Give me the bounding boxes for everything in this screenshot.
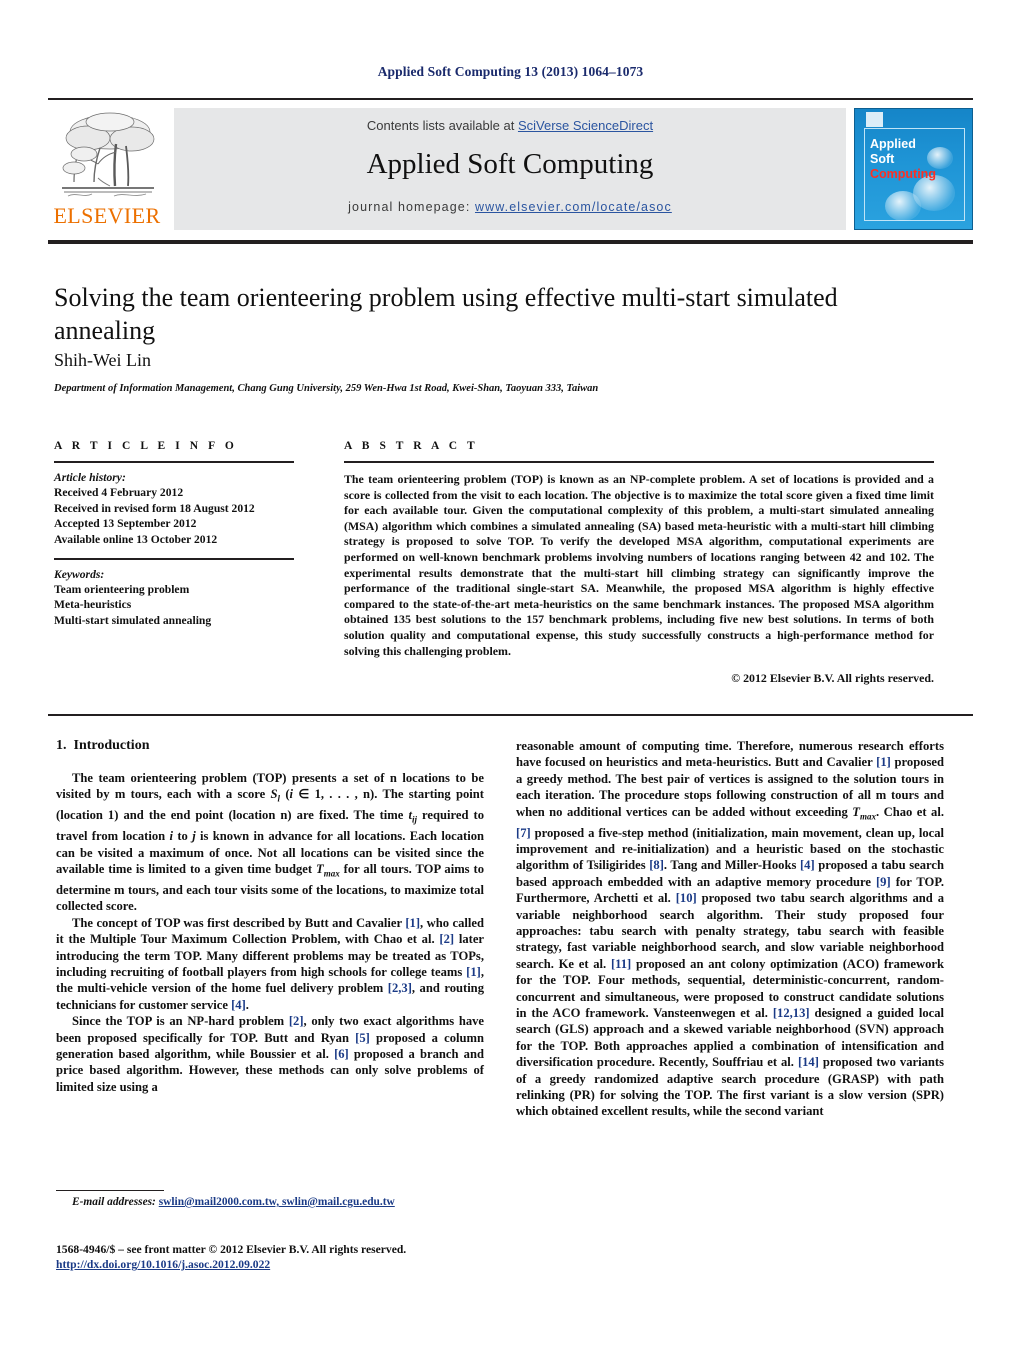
journal-header: ELSEVIER Contents lists available at Sci… xyxy=(48,106,973,232)
cover-line-3: Computing xyxy=(870,167,936,181)
citation-ref: [7] xyxy=(516,825,531,840)
imprint-block: 1568-4946/$ – see front matter © 2012 El… xyxy=(56,1242,526,1273)
article-history-label: Article history: xyxy=(54,471,126,484)
citation-ref: [1] xyxy=(876,755,891,770)
abstract-divider xyxy=(344,461,934,463)
body-rule xyxy=(48,714,973,716)
abstract-column: A B S T R A C T The team orienteering pr… xyxy=(344,440,934,686)
citation-ref: [2] xyxy=(439,932,455,947)
cover-line-1: Applied xyxy=(870,137,916,151)
citation-ref: [2] xyxy=(288,1014,304,1029)
section-title: Introduction xyxy=(73,738,150,753)
paragraph: The concept of TOP was first described b… xyxy=(56,915,484,1012)
footnote-email: E-mail addresses: swlin@mail2000.com.tw,… xyxy=(56,1196,496,1208)
journal-homepage-line: journal homepage: www.elsevier.com/locat… xyxy=(174,200,846,214)
citation-ref: [11] xyxy=(610,956,632,971)
cover-blob-2 xyxy=(885,191,921,221)
journal-banner: Contents lists available at SciVerse Sci… xyxy=(174,108,846,230)
elsevier-wordmark: ELSEVIER xyxy=(53,203,161,228)
header-rule-top xyxy=(48,98,973,100)
keyword-item: Team orienteering problem xyxy=(54,583,190,597)
citation-ref: [9] xyxy=(875,874,891,889)
abstract-copyright: © 2012 Elsevier B.V. All rights reserved… xyxy=(731,671,934,686)
cover-blob-3 xyxy=(927,147,953,169)
running-head: Applied Soft Computing 13 (2013) 1064–10… xyxy=(377,64,644,79)
keywords-block: Keywords: Team orienteering problem Meta… xyxy=(54,567,294,629)
elsevier-logo: ELSEVIER xyxy=(48,106,166,232)
history-item: Accepted 13 September 2012 xyxy=(54,517,197,531)
citation-ref: [5] xyxy=(355,1030,370,1045)
paragraph: Since the TOP is an NP-hard problem [2],… xyxy=(56,1014,485,1094)
article-history-block: Article history: Received 4 February 201… xyxy=(54,470,294,547)
email-label: E-mail addresses: xyxy=(72,1196,156,1208)
article-info-column: A R T I C L E I N F O Article history: R… xyxy=(54,440,294,628)
author-name: Shih-Wei Lin xyxy=(54,350,152,370)
keywords-divider xyxy=(54,558,294,560)
author-affiliation: Department of Information Management, Ch… xyxy=(54,383,599,394)
history-item: Available online 13 October 2012 xyxy=(54,532,218,546)
citation-ref: [1] xyxy=(466,965,481,980)
history-item: Received in revised form 18 August 2012 xyxy=(54,501,255,515)
header-rule-thick xyxy=(48,240,973,244)
section-number: 1. xyxy=(56,738,67,753)
contents-available-line: Contents lists available at SciVerse Sci… xyxy=(174,118,846,133)
paragraph: reasonable amount of computing time. The… xyxy=(516,739,945,1119)
keyword-item: Multi-start simulated annealing xyxy=(54,613,212,627)
abstract-heading: A B S T R A C T xyxy=(344,440,479,452)
article-info-heading: A R T I C L E I N F O xyxy=(54,440,238,452)
cover-line-2: Soft xyxy=(870,152,895,166)
homepage-prefix: journal homepage: xyxy=(348,200,475,214)
journal-title: Applied Soft Computing xyxy=(366,148,654,180)
body-column-left: 1. Introduction The team orienteering pro… xyxy=(56,738,484,1095)
footnote-rule xyxy=(56,1190,164,1192)
elsevier-tree-icon xyxy=(54,108,160,204)
article-info-divider xyxy=(54,461,294,463)
paper-page: Applied Soft Computing 13 (2013) 1064–10… xyxy=(0,0,1021,1351)
citation-ref: [4] xyxy=(231,997,246,1012)
citation-ref: [2,3] xyxy=(387,981,412,996)
keyword-item: Meta-heuristics xyxy=(54,598,132,612)
doi-link[interactable]: http://dx.doi.org/10.1016/j.asoc.2012.09… xyxy=(56,1258,270,1271)
journal-cover-thumbnail: Applied Soft Computing xyxy=(854,108,973,230)
body-column-right: reasonable amount of computing time. The… xyxy=(516,738,944,1120)
cover-publisher-icon xyxy=(866,112,883,127)
citation-ref: [12,13] xyxy=(772,1006,810,1021)
citation-ref: [10] xyxy=(675,891,697,906)
citation-ref: [14] xyxy=(797,1055,819,1070)
section-heading-introduction: 1. Introduction xyxy=(56,738,484,754)
contents-prefix: Contents lists available at xyxy=(366,118,518,133)
keywords-label: Keywords: xyxy=(54,567,105,581)
citation-ref: [4] xyxy=(799,858,815,873)
sciencedirect-link[interactable]: SciVerse ScienceDirect xyxy=(518,118,653,133)
abstract-text: The team orienteering problem (TOP) is k… xyxy=(344,472,934,658)
citation-ref: [8] xyxy=(649,858,664,873)
history-item: Received 4 February 2012 xyxy=(54,486,184,500)
paragraph: The team orienteering problem (TOP) pres… xyxy=(56,771,485,914)
page-title: Solving the team orienteering problem us… xyxy=(54,283,838,345)
citation-ref: [6] xyxy=(334,1047,349,1062)
journal-homepage-link[interactable]: www.elsevier.com/locate/asoc xyxy=(475,200,672,214)
imprint-line: 1568-4946/$ – see front matter © 2012 El… xyxy=(56,1243,407,1256)
email-addresses-link[interactable]: swlin@mail2000.com.tw, swlin@mail.cgu.ed… xyxy=(159,1196,395,1208)
citation-ref: [1] xyxy=(405,915,421,930)
